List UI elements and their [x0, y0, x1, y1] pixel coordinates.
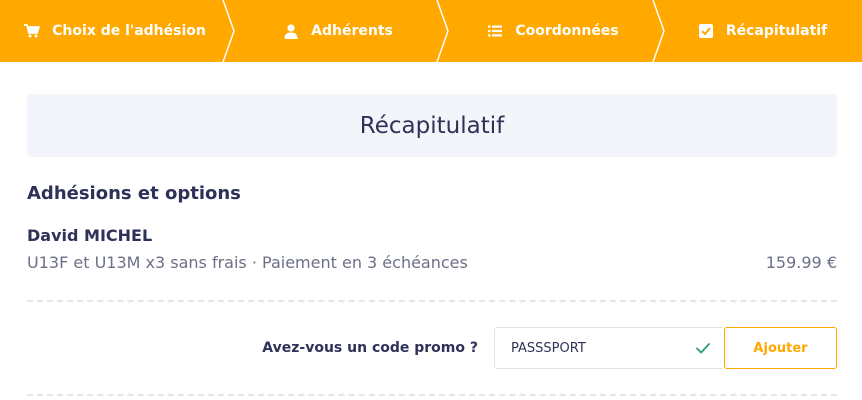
step-contact-details[interactable]: Coordonnées: [446, 0, 660, 62]
step-members[interactable]: Adhérents: [233, 0, 443, 62]
divider: [27, 300, 837, 302]
checkbox-icon: [698, 23, 714, 39]
step-label: Coordonnées: [515, 23, 619, 39]
check-icon: [696, 343, 710, 354]
page-title-box: Récapitulatif: [27, 94, 837, 157]
step-summary[interactable]: Récapitulatif: [663, 0, 862, 62]
checkout-steps-bar: Choix de l'adhésion Adhérents Coordonnée…: [0, 0, 862, 62]
member-name: David MICHEL: [27, 226, 153, 245]
summary-card: Récapitulatif Adhésions et options David…: [3, 62, 860, 400]
membership-description: U13F et U13M x3 sans frais · Paiement en…: [27, 253, 468, 272]
membership-price: 159.99 €: [765, 253, 837, 272]
divider: [27, 394, 837, 396]
page-title: Récapitulatif: [359, 112, 505, 139]
promo-code-input[interactable]: [495, 328, 685, 368]
list-icon: [487, 23, 503, 39]
user-icon: [283, 23, 299, 39]
section-title: Adhésions et options: [27, 183, 241, 204]
step-label: Adhérents: [311, 23, 393, 39]
add-promo-button[interactable]: Ajouter: [724, 327, 837, 369]
promo-code-label: Avez-vous un code promo ?: [262, 340, 478, 356]
step-membership-choice[interactable]: Choix de l'adhésion: [0, 0, 230, 62]
promo-code-field: [494, 327, 723, 369]
step-label: Choix de l'adhésion: [52, 23, 206, 39]
step-label: Récapitulatif: [725, 23, 828, 39]
page: Choix de l'adhésion Adhérents Coordonnée…: [0, 0, 862, 400]
cart-icon: [24, 23, 41, 39]
